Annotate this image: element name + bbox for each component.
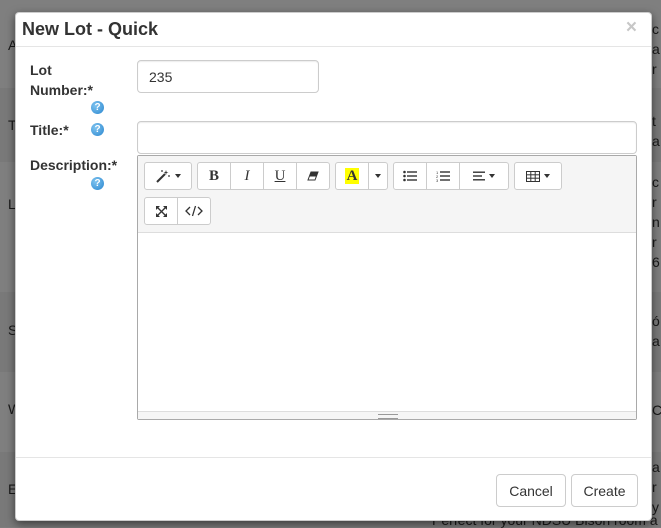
chevron-down-icon: [175, 174, 181, 178]
bullet-list-icon: [403, 170, 417, 182]
code-icon: [185, 205, 203, 217]
table-icon: [526, 170, 540, 182]
lot-number-input[interactable]: [137, 60, 319, 93]
chevron-down-icon: [489, 174, 495, 178]
lot-number-help-icon[interactable]: ?: [91, 101, 104, 114]
text-color-dropdown-button[interactable]: [368, 162, 388, 190]
svg-text:3: 3: [436, 178, 439, 182]
text-color-icon: A: [344, 168, 360, 184]
insert-table-button[interactable]: [514, 162, 562, 190]
editor-toolbar: B I U A 1 2 3: [138, 156, 636, 233]
bold-button[interactable]: B: [197, 162, 231, 190]
clear-format-button[interactable]: [296, 162, 330, 190]
fullscreen-button[interactable]: [144, 197, 178, 225]
numbered-list-icon: 1 2 3: [436, 170, 450, 182]
create-button[interactable]: Create: [571, 474, 638, 507]
text-color-button[interactable]: A: [335, 162, 369, 190]
paragraph-align-dropdown-button[interactable]: [459, 162, 509, 190]
title-label: Title:*: [30, 122, 69, 138]
style-dropdown-button[interactable]: [144, 162, 192, 190]
description-help-icon[interactable]: ?: [91, 177, 104, 190]
close-icon[interactable]: ×: [626, 17, 637, 39]
lot-number-label-line2: Number:*: [30, 82, 94, 98]
grip-icon: [378, 414, 398, 419]
modal-footer: Cancel Create: [16, 457, 651, 522]
magic-wand-icon: [156, 170, 170, 183]
italic-button[interactable]: I: [230, 162, 264, 190]
title-help-icon[interactable]: ?: [91, 123, 104, 136]
chevron-down-icon: [375, 174, 381, 178]
underline-button[interactable]: U: [263, 162, 297, 190]
modal-header: New Lot - Quick ×: [16, 13, 651, 47]
title-input[interactable]: [137, 121, 637, 154]
cancel-button[interactable]: Cancel: [496, 474, 566, 507]
eraser-icon: [307, 171, 319, 181]
ordered-list-button[interactable]: 1 2 3: [426, 162, 460, 190]
description-label: Description:*: [30, 157, 118, 173]
code-view-button[interactable]: [177, 197, 211, 225]
description-editor: B I U A 1 2 3: [137, 155, 637, 420]
chevron-down-icon: [544, 174, 550, 178]
editor-resize-handle[interactable]: [138, 411, 636, 419]
align-left-icon: [473, 171, 485, 181]
expand-icon: [155, 205, 167, 217]
unordered-list-button[interactable]: [393, 162, 427, 190]
new-lot-modal: New Lot - Quick × Lot Number:* ? Title:*…: [15, 12, 652, 521]
modal-title: New Lot - Quick: [22, 19, 159, 39]
lot-number-label-line1: Lot: [30, 62, 52, 78]
